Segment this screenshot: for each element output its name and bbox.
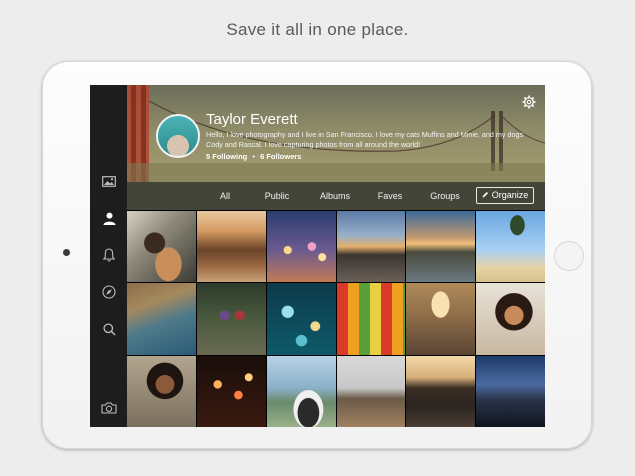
tab-albums[interactable]: Albums bbox=[307, 182, 363, 210]
headline: Save it all in one place. bbox=[226, 20, 409, 39]
sidebar bbox=[90, 85, 127, 427]
photo-rocky-coast[interactable] bbox=[127, 283, 196, 355]
photo-dog-by-lake[interactable] bbox=[266, 355, 336, 427]
profile-name: Taylor Everett bbox=[206, 111, 298, 128]
photo-rowboat-lake[interactable] bbox=[406, 355, 476, 427]
photo-lake-sunset[interactable] bbox=[406, 211, 476, 283]
follow-stats: 5 Following • 6 Followers bbox=[206, 152, 301, 161]
photos-icon[interactable] bbox=[99, 171, 119, 191]
photo-pool-deck[interactable] bbox=[196, 211, 266, 283]
followers-count[interactable]: 6 Followers bbox=[260, 152, 301, 161]
photo-dog-on-pier[interactable] bbox=[336, 355, 406, 427]
notifications-icon[interactable] bbox=[99, 245, 119, 265]
photo-city-bokeh[interactable] bbox=[266, 211, 336, 283]
gear-icon[interactable] bbox=[522, 95, 536, 109]
photo-fruit-market[interactable] bbox=[336, 283, 406, 355]
photo-bokeh-lights[interactable] bbox=[266, 283, 336, 355]
photo-hikers-forest[interactable] bbox=[196, 283, 266, 355]
pencil-icon bbox=[482, 188, 489, 203]
profile-bio: Hello, I love photography and I live in … bbox=[206, 130, 524, 149]
avatar[interactable] bbox=[156, 114, 200, 158]
profile-header: Taylor Everett Hello, I love photography… bbox=[127, 85, 545, 182]
filter-tabs: All Public Albums Faves Groups Organize bbox=[127, 182, 545, 210]
photo-woman-laughing[interactable] bbox=[127, 355, 196, 427]
photo-curly-hair-portrait[interactable] bbox=[476, 283, 545, 355]
organize-label: Organize bbox=[491, 190, 529, 200]
home-button[interactable] bbox=[554, 241, 584, 271]
photo-sparklers[interactable] bbox=[196, 355, 266, 427]
profile-icon[interactable] bbox=[99, 208, 119, 228]
photo-old-street[interactable] bbox=[406, 283, 476, 355]
search-icon[interactable] bbox=[99, 319, 119, 339]
explore-icon[interactable] bbox=[99, 282, 119, 302]
tab-all[interactable]: All bbox=[207, 182, 243, 210]
photo-woman-in-car[interactable] bbox=[127, 211, 196, 283]
organize-button[interactable]: Organize bbox=[476, 187, 534, 204]
photo-evening-bay[interactable] bbox=[476, 355, 545, 427]
front-camera bbox=[63, 249, 70, 256]
stats-separator: • bbox=[252, 152, 255, 161]
photo-palm-beach[interactable] bbox=[476, 211, 545, 283]
tab-groups[interactable]: Groups bbox=[417, 182, 473, 210]
app-screen: Taylor Everett Hello, I love photography… bbox=[90, 85, 545, 427]
tab-public[interactable]: Public bbox=[252, 182, 302, 210]
following-count[interactable]: 5 Following bbox=[206, 152, 247, 161]
photo-railroad-sunset[interactable] bbox=[336, 211, 406, 283]
photo-grid bbox=[127, 211, 545, 427]
tab-faves[interactable]: Faves bbox=[365, 182, 415, 210]
camera-icon[interactable] bbox=[99, 398, 119, 418]
